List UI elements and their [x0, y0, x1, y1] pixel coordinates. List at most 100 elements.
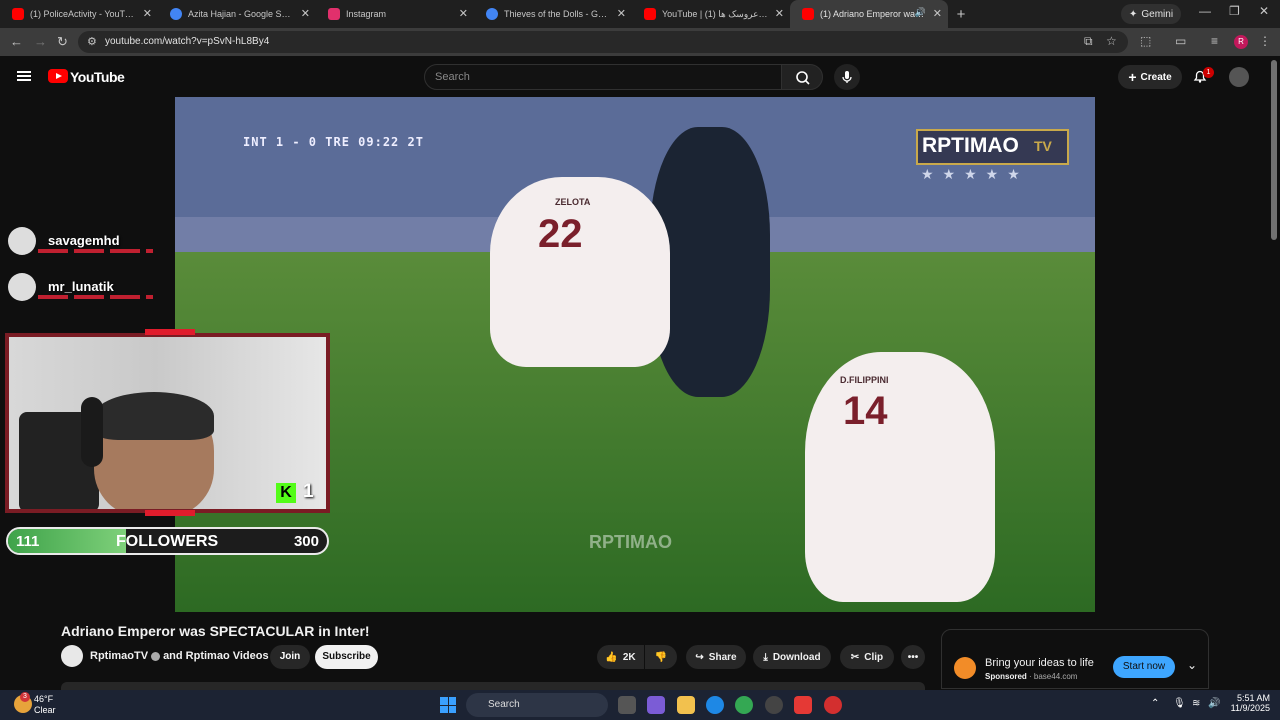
url-text[interactable]: youtube.com/watch?v=pSvN-hL8By4	[105, 36, 269, 47]
app-icon[interactable]	[765, 696, 783, 714]
subscribe-button[interactable]: Subscribe	[315, 645, 378, 669]
gemini-label: Gemini	[1141, 8, 1174, 20]
back-icon[interactable]: ←	[10, 34, 23, 49]
clip-label: Clip	[864, 651, 884, 663]
minimize-icon[interactable]: —	[1199, 4, 1211, 18]
create-label: Create	[1140, 71, 1172, 83]
tab-title: Azita Hajian - Google Search	[188, 9, 294, 19]
taskbar-search[interactable]: Search	[466, 693, 608, 717]
edge-icon[interactable]	[706, 696, 724, 714]
browser-tab[interactable]: (1) PoliceActivity - YouTube ✕	[0, 0, 158, 28]
collab-text[interactable]: and Rptimao Videos	[163, 650, 269, 662]
windows-start-icon[interactable]	[440, 697, 456, 713]
chevron-down-icon[interactable]: ⌄	[1187, 658, 1197, 672]
rating-stars: ★★★★★	[921, 166, 1029, 182]
menu-hamburger-icon[interactable]	[17, 71, 31, 81]
scissors-icon: ✂	[850, 651, 860, 663]
install-app-icon[interactable]: ⧉	[1084, 34, 1093, 49]
profile-avatar[interactable]: R	[1234, 35, 1248, 49]
dislike-button[interactable]: 👎	[645, 645, 677, 669]
clock-date: 11/9/2025	[1230, 703, 1270, 713]
channel-avatar[interactable]	[61, 645, 83, 667]
reload-icon[interactable]: ↻	[57, 34, 68, 50]
weather-temperature[interactable]: 46°F	[34, 694, 53, 704]
file-explorer-icon[interactable]	[677, 696, 695, 714]
ad-title[interactable]: Bring your ideas to life	[985, 657, 1094, 669]
gemini-button[interactable]: ✦ Gemini	[1121, 4, 1182, 24]
app-icon[interactable]	[794, 696, 812, 714]
player-number: 22	[538, 212, 583, 256]
chrome-icon[interactable]	[735, 696, 753, 714]
close-window-icon[interactable]: ✕	[1259, 4, 1269, 18]
forward-icon[interactable]: →	[34, 34, 47, 49]
follower-goal-bar: 111 FOLLOWERS 300	[6, 527, 329, 555]
browser-tab[interactable]: Azita Hajian - Google Search ✕	[158, 0, 316, 28]
wifi-icon[interactable]: ≋	[1192, 698, 1200, 709]
download-button[interactable]: ⤓ Download	[753, 645, 831, 669]
taskbar-clock[interactable]: 5:51 AM 11/9/2025	[1228, 693, 1270, 713]
page-scrollbar[interactable]	[1271, 60, 1277, 240]
sponsored-label: Sponsored	[985, 672, 1027, 681]
notification-count-badge: 1	[1203, 67, 1214, 78]
chat-username: savagemhd	[48, 233, 120, 248]
sponsored-ad[interactable]: Bring your ideas to life Sponsored · bas…	[941, 629, 1209, 689]
windows-taskbar: 3 46°F Clear Search ⌃ 🎙 ≋ 🔊 5:51 AM 11/9…	[0, 690, 1280, 720]
new-tab-button[interactable]: +	[948, 6, 974, 23]
tray-overflow-icon[interactable]: ⌃	[1151, 698, 1159, 709]
chat-user: mr_lunatik	[8, 273, 153, 301]
voice-search-button[interactable]	[834, 64, 860, 90]
youtube-logo-text[interactable]: YouTube	[70, 69, 125, 85]
verified-icon	[151, 651, 161, 661]
youtube-logo-icon[interactable]	[48, 69, 68, 83]
search-input[interactable]: Search	[424, 64, 782, 90]
video-description-box[interactable]	[61, 682, 925, 690]
bookmark-star-icon[interactable]: ☆	[1106, 34, 1117, 48]
site-info-icon[interactable]: ⚙	[87, 35, 97, 48]
tab-title: YouTube | فیلم دزد عروسک ها (1)	[662, 8, 768, 19]
like-button[interactable]: 👍 2K	[597, 645, 644, 669]
search-button[interactable]	[781, 64, 823, 90]
close-tab-icon[interactable]: ✕	[617, 7, 626, 20]
browser-tab[interactable]: Thieves of the Dolls - Google Se ✕	[474, 0, 632, 28]
app-icon[interactable]	[824, 696, 842, 714]
share-button[interactable]: ↪ Share	[686, 645, 746, 669]
clip-button[interactable]: ✂ Clip	[840, 645, 894, 669]
microphone-tray-icon[interactable]: 🎙	[1173, 698, 1186, 709]
create-button[interactable]: + Create	[1118, 65, 1182, 89]
task-view-icon[interactable]	[618, 696, 636, 714]
player-name: D.FILIPPINI	[840, 375, 889, 385]
audio-playing-icon[interactable]: 🔊	[915, 7, 926, 18]
close-tab-icon[interactable]: ✕	[301, 7, 310, 20]
clock-time: 5:51 AM	[1236, 693, 1270, 703]
more-actions-button[interactable]: •••	[901, 645, 925, 669]
channel-name[interactable]: RptimaoTV and Rptimao Videos	[90, 650, 269, 662]
close-tab-icon[interactable]: ✕	[459, 7, 468, 20]
close-tab-icon[interactable]: ✕	[775, 7, 784, 20]
youtube-header: YouTube Search + Create 1	[0, 56, 1280, 96]
volume-icon[interactable]: 🔊	[1208, 698, 1220, 709]
youtube-icon	[802, 8, 814, 20]
address-bar[interactable]: ⚙ youtube.com/watch?v=pSvN-hL8By4	[78, 31, 1128, 53]
channel-name-text[interactable]: RptimaoTV	[90, 650, 148, 662]
share-label: Share	[708, 651, 737, 663]
ad-start-now-button[interactable]: Start now	[1113, 656, 1175, 678]
sidepanel-icon[interactable]: ▭	[1175, 34, 1186, 48]
browser-tab[interactable]: Instagram ✕	[316, 0, 474, 28]
thumbs-up-icon: 👍	[605, 651, 618, 663]
browser-tab-active[interactable]: (1) Adriano Emperor was SP 🔊 ✕	[790, 0, 948, 28]
player-name: ZELOTA	[555, 197, 591, 207]
close-tab-icon[interactable]: ✕	[933, 7, 942, 20]
followers-current: 111	[16, 533, 40, 550]
join-button[interactable]: Join	[270, 645, 310, 669]
download-icon: ⤓	[763, 651, 768, 663]
account-avatar[interactable]	[1229, 67, 1249, 87]
extensions-icon[interactable]: ⬚	[1140, 34, 1151, 48]
browser-tab[interactable]: YouTube | فیلم دزد عروسک ها (1) ✕	[632, 0, 790, 28]
kick-viewer-count: 1	[303, 481, 314, 502]
copilot-icon[interactable]	[647, 696, 665, 714]
menu-icon[interactable]: ⋮	[1259, 34, 1271, 48]
reading-list-icon[interactable]: ≡	[1211, 34, 1218, 48]
restore-icon[interactable]: ❐	[1229, 4, 1240, 18]
weather-condition[interactable]: Clear	[34, 705, 56, 715]
close-tab-icon[interactable]: ✕	[143, 7, 152, 20]
